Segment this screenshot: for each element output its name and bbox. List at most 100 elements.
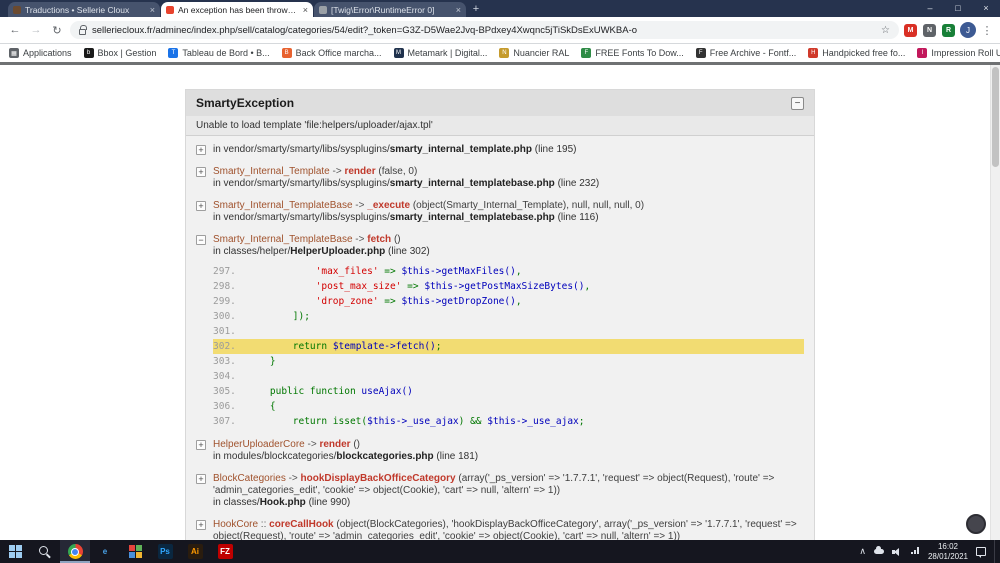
trace-line-number: (line 232) xyxy=(554,178,600,189)
trace-toggle-icon[interactable]: + xyxy=(196,167,206,177)
trace-file-path: in classes/helper/ xyxy=(213,246,291,257)
trace-separator: -> xyxy=(285,473,301,484)
page-scrollbar[interactable] xyxy=(990,65,1000,540)
windows-taskbar: e Ps Ai FZ ∧ 16:02 28/01/2021 xyxy=(0,540,1000,563)
reload-button[interactable]: ↻ xyxy=(49,24,65,37)
bookmark-item[interactable]: B Back Office marcha... xyxy=(281,48,382,58)
bookmark-favicon-icon: B xyxy=(281,48,292,58)
bookmark-item[interactable]: IImpression Roll Up... xyxy=(917,48,1000,58)
code-line-number: 301. xyxy=(213,326,236,337)
trace-toggle-icon[interactable]: − xyxy=(196,235,206,245)
minimize-button[interactable]: – xyxy=(916,0,944,17)
photos-taskbar-button[interactable] xyxy=(120,540,150,563)
trace-method-name: render xyxy=(319,439,351,450)
page-title: SmartyException xyxy=(196,96,295,110)
code-token: $this->getPostMaxSizeBytes() xyxy=(424,281,585,292)
collapse-button[interactable]: − xyxy=(791,96,804,110)
code-line: 301. xyxy=(213,324,804,339)
taskbar-clock[interactable]: 16:02 28/01/2021 xyxy=(928,542,968,561)
trace-class-name: Smarty_Internal_Template xyxy=(213,166,330,177)
trace-line-number: (line 181) xyxy=(433,451,479,462)
search-taskbar-button[interactable] xyxy=(30,540,60,563)
bookmark-favicon-icon: M xyxy=(393,48,404,58)
tray-date: 28/01/2021 xyxy=(927,551,968,561)
code-line: 297. 'max_files' => $this->getMaxFiles()… xyxy=(213,264,804,279)
tab-close-icon[interactable]: × xyxy=(303,5,308,15)
cloud-icon[interactable] xyxy=(873,546,884,554)
code-text: public function useAjax() xyxy=(247,384,804,399)
trace-separator: -> xyxy=(352,200,368,211)
forward-button[interactable]: → xyxy=(28,24,44,36)
code-token: useAjax() xyxy=(361,386,413,397)
show-desktop-button[interactable] xyxy=(994,540,998,563)
tray-expand-icon[interactable]: ∧ xyxy=(859,546,866,557)
address-bar[interactable]: selleriecloux.fr/adminec/index.php/sell/… xyxy=(70,21,899,39)
scrollbar-thumb[interactable] xyxy=(992,67,999,167)
browser-menu-button[interactable]: ⋮ xyxy=(981,24,993,37)
trace-arguments: () xyxy=(350,439,361,450)
trace-toggle-icon[interactable]: + xyxy=(196,474,206,484)
trace-file-line: in vendor/smarty/smarty/libs/sysplugins/… xyxy=(213,144,804,156)
browser-tab[interactable]: Traductions • Sellerie Cloux × xyxy=(8,2,160,17)
browser-window: Traductions • Sellerie Cloux × An exceptio… xyxy=(0,0,1000,563)
chrome-taskbar-button[interactable] xyxy=(60,540,90,563)
tab-close-icon[interactable]: × xyxy=(456,5,461,15)
trace-file-line: in classes/helper/HelperUploader.php (li… xyxy=(213,246,804,258)
new-tab-button[interactable]: + xyxy=(467,2,485,17)
notification-center-icon[interactable] xyxy=(976,547,986,558)
filezilla-taskbar-button[interactable]: FZ xyxy=(210,540,240,563)
trace-call: HelperUploaderCore -> render () xyxy=(213,439,804,451)
photoshop-taskbar-button[interactable]: Ps xyxy=(150,540,180,563)
volume-icon[interactable] xyxy=(891,547,902,557)
system-tray[interactable]: ∧ 16:02 28/01/2021 xyxy=(859,540,1000,563)
floating-widget-button[interactable] xyxy=(966,514,986,534)
bookmark-item[interactable]: H Handpicked free fo... xyxy=(808,48,905,58)
bookmark-item[interactable]: F FREE Fonts To Dow... xyxy=(581,48,684,58)
maximize-button[interactable]: □ xyxy=(944,0,972,17)
network-icon[interactable] xyxy=(910,546,919,554)
code-text: 'post_max_size' => $this->getPostMaxSize… xyxy=(247,279,804,294)
browser-tab[interactable]: [Twig\Error\RuntimeError 0] × xyxy=(314,2,466,17)
trace-toggle-icon[interactable]: + xyxy=(196,440,206,450)
extension-icon[interactable]: M xyxy=(904,23,917,37)
bookmark-item[interactable]: N Nuancier RAL xyxy=(499,48,569,58)
trace-arguments: (object(Smarty_Internal_Template), null,… xyxy=(410,200,645,211)
tab-favicon-icon xyxy=(166,5,174,14)
trace-toggle-icon[interactable]: + xyxy=(196,201,206,211)
trace-class-name: Smarty_Internal_TemplateBase xyxy=(213,234,353,245)
bookmark-favicon-icon: b xyxy=(83,48,94,58)
extension-icon[interactable]: R xyxy=(942,23,955,37)
start-taskbar-button[interactable] xyxy=(0,540,30,563)
bookmark-item[interactable]: ▦ Applications xyxy=(9,48,72,58)
bookmark-item[interactable]: F Free Archive - Fontf... xyxy=(695,48,797,58)
code-text: ]); xyxy=(247,309,804,324)
page-content: SmartyException − Unable to load templat… xyxy=(0,65,1000,540)
trace-class-name: HelperUploaderCore xyxy=(213,439,305,450)
code-line-number: 304. xyxy=(213,371,236,382)
bookmark-star-icon[interactable]: ☆ xyxy=(881,25,890,36)
code-line-number: 307. xyxy=(213,416,236,427)
trace-method-name: fetch xyxy=(367,234,392,245)
profile-avatar[interactable]: J xyxy=(960,22,976,38)
tab-close-icon[interactable]: × xyxy=(150,5,155,15)
edge-taskbar-button[interactable]: e xyxy=(90,540,120,563)
bookmark-item[interactable]: b Bbox | Gestion xyxy=(83,48,156,58)
trace-toggle-icon[interactable]: + xyxy=(196,145,206,155)
bookmark-item[interactable]: T Tableau de Bord • B... xyxy=(168,48,270,58)
code-snippet: 297. 'max_files' => $this->getMaxFiles()… xyxy=(213,264,804,429)
code-token: public function xyxy=(269,386,362,397)
bookmark-label: Free Archive - Fontf... xyxy=(709,48,797,58)
trace-toggle-icon[interactable]: + xyxy=(196,520,206,530)
close-button[interactable]: × xyxy=(972,0,1000,17)
extension-icon[interactable]: N xyxy=(923,23,936,37)
photoshop-icon: Ps xyxy=(157,544,173,559)
bookmark-item[interactable]: M Metamark | Digital... xyxy=(393,48,487,58)
illustrator-taskbar-button[interactable]: Ai xyxy=(180,540,210,563)
back-button[interactable]: ← xyxy=(7,24,23,36)
browser-tab[interactable]: An exception has been thrown d × xyxy=(161,2,313,17)
